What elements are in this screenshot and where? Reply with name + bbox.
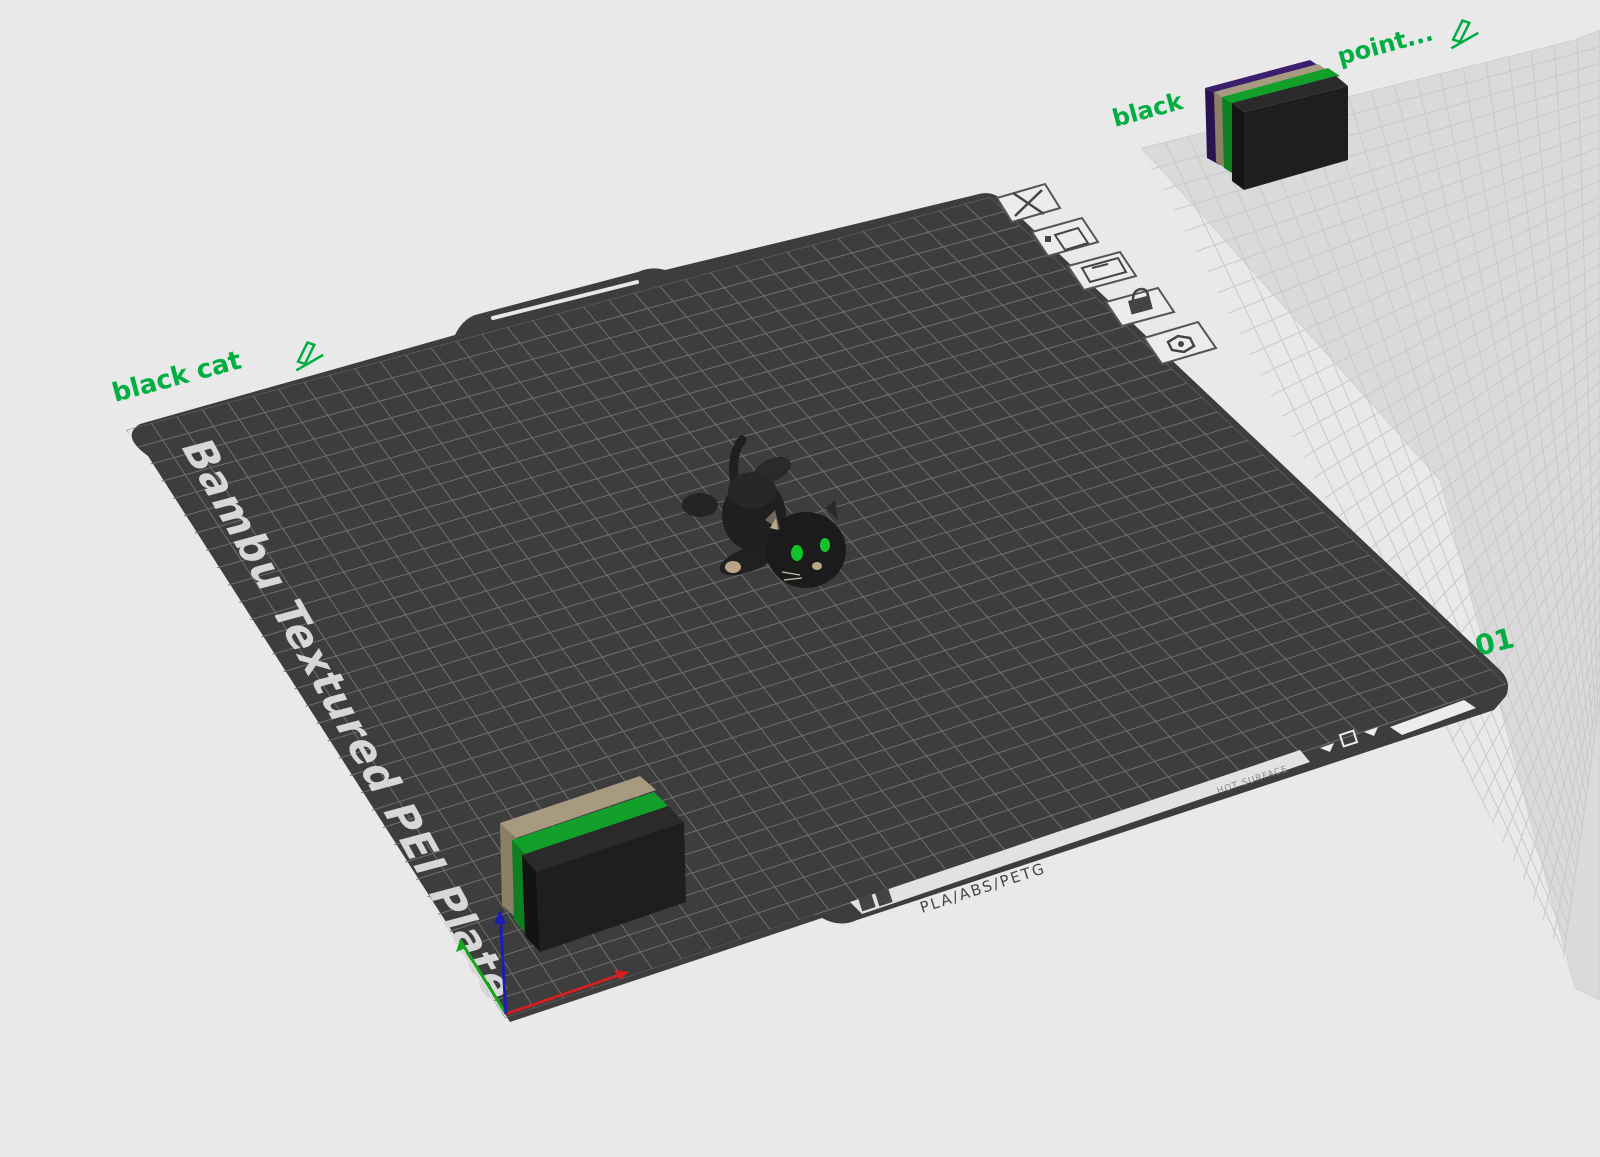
plate-name-label[interactable]: black cat (109, 346, 244, 409)
secondary-plate-name-end[interactable]: point... (1334, 18, 1436, 70)
edit-secondary-name-icon[interactable] (1445, 17, 1480, 48)
3d-viewport[interactable]: Bambu Textured PEI Plate PLA/ABS/PETG HO… (0, 0, 1600, 1153)
edit-name-icon[interactable] (290, 339, 325, 370)
secondary-plate-name-start[interactable]: black (1109, 87, 1187, 133)
